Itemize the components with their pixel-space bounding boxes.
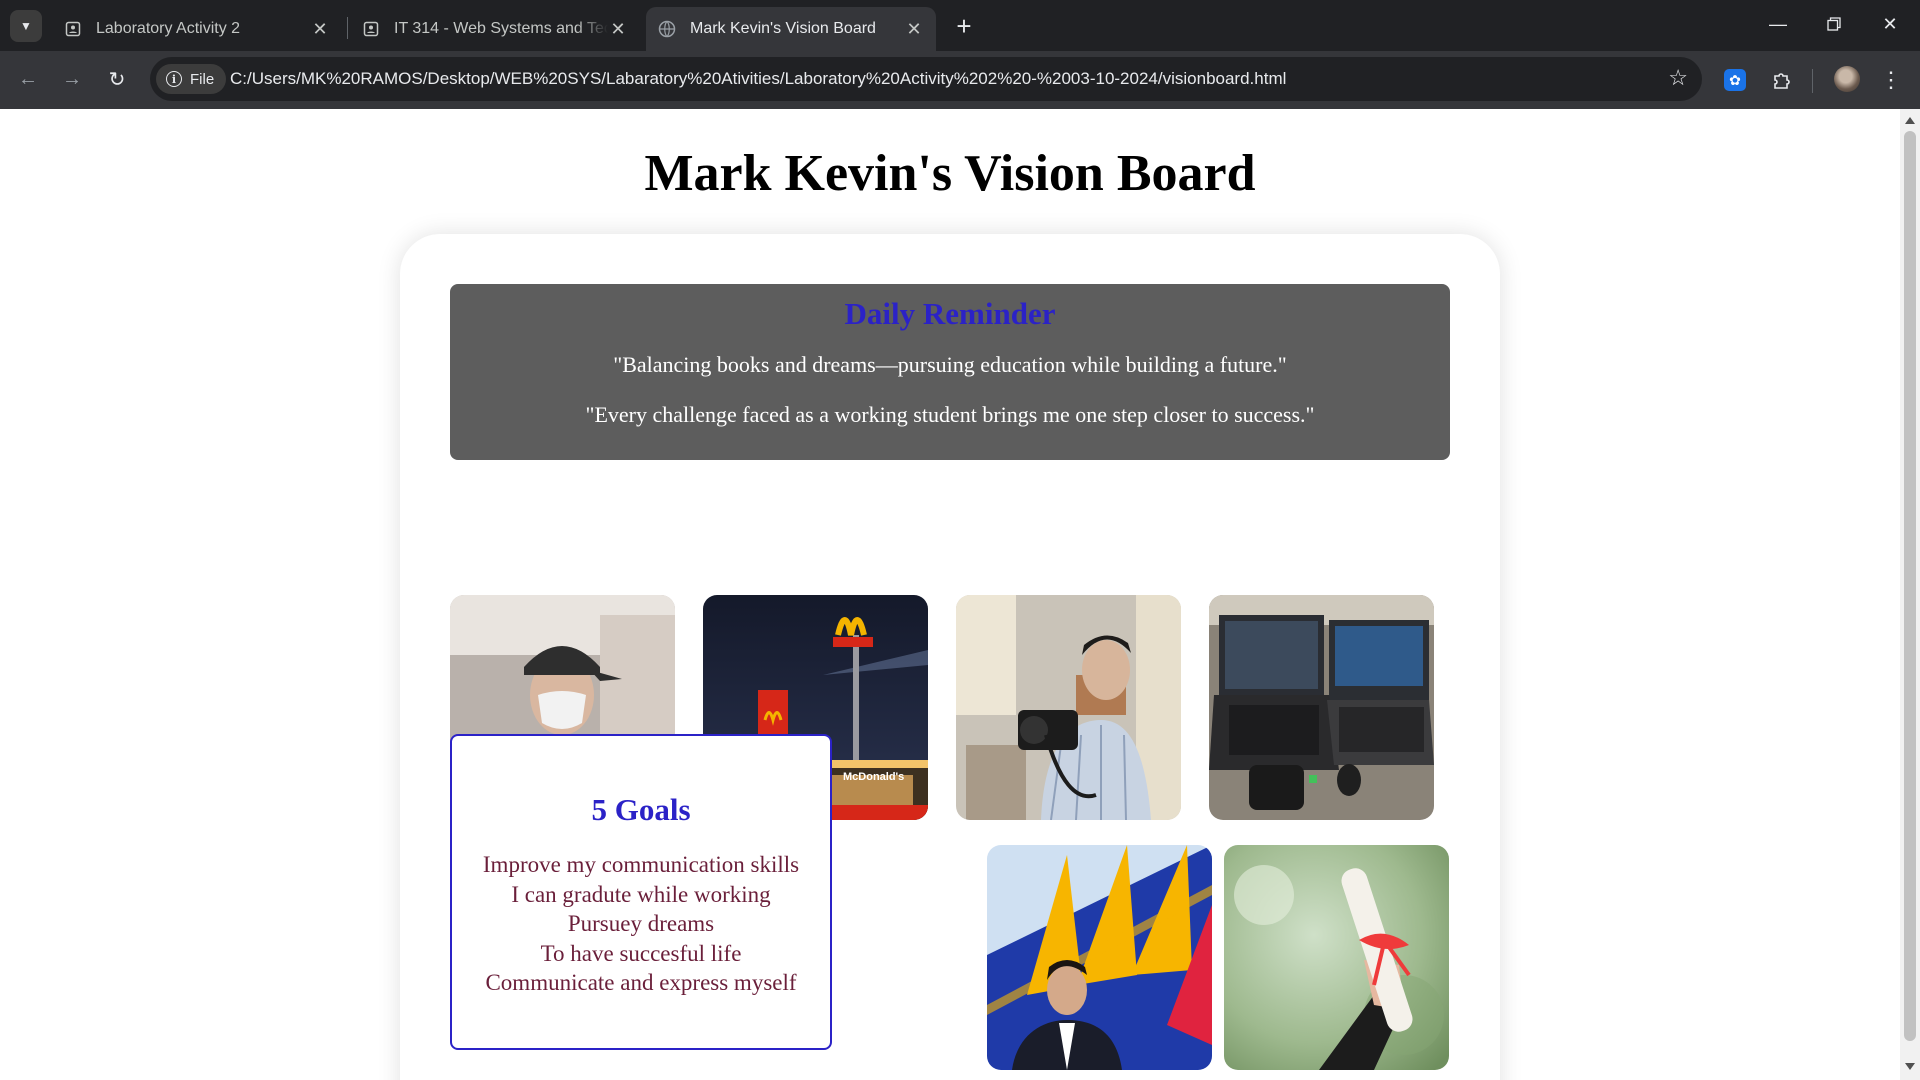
document-icon	[64, 20, 82, 38]
laptop-workstation-image	[1209, 595, 1434, 820]
info-icon: i	[166, 71, 182, 87]
photo-photographer	[956, 595, 1181, 820]
restore-button[interactable]	[1806, 0, 1862, 48]
forward-button[interactable]: →	[56, 63, 88, 95]
document-icon	[362, 20, 380, 38]
restore-icon	[1827, 17, 1841, 31]
scrollbar-thumb[interactable]	[1904, 131, 1916, 1041]
toolbar-divider	[1812, 69, 1813, 93]
chevron-down-icon: ▼	[20, 19, 32, 33]
photo-laptops	[1209, 595, 1434, 820]
page-title: Mark Kevin's Vision Board	[644, 145, 1256, 202]
address-bar[interactable]: i File C:/Users/MK%20RAMOS/Desktop/WEB%2…	[150, 57, 1702, 101]
scroll-down-arrow-icon[interactable]	[1905, 1063, 1915, 1070]
goal-item: To have succesful life	[540, 940, 742, 966]
tab-vision-board[interactable]: Mark Kevin's Vision Board ✕	[646, 7, 936, 51]
extension-blue-icon[interactable]: ✿	[1724, 69, 1746, 91]
goal-item: Communicate and express myself	[485, 970, 797, 995]
tab-laboratory-activity-2[interactable]: Laboratory Activity 2 ✕	[52, 7, 342, 51]
reminder-heading: Daily Reminder	[844, 296, 1056, 331]
tab-title: Mark Kevin's Vision Board	[690, 20, 876, 37]
profile-avatar[interactable]	[1834, 66, 1860, 92]
plus-icon: +	[956, 10, 972, 41]
back-button[interactable]: ←	[12, 63, 44, 95]
goal-item: Improve my communication skills	[482, 852, 800, 877]
minimize-button[interactable]: —	[1750, 0, 1806, 48]
more-menu-icon[interactable]: ⋮	[1880, 67, 1902, 93]
goals-list: Improve my communication skills I can gr…	[452, 850, 830, 998]
close-icon[interactable]: ✕	[608, 19, 628, 39]
close-icon[interactable]: ✕	[904, 19, 924, 39]
globe-icon	[658, 20, 676, 38]
page-scrollbar[interactable]	[1900, 109, 1920, 1080]
page-viewport: Mark Kevin's Vision Board Daily Reminder…	[0, 109, 1900, 1080]
tab-title: Laboratory Activity 2	[96, 20, 241, 37]
vision-board-card: Daily Reminder "Balancing books and drea…	[400, 234, 1500, 1080]
goal-item: Pursuey dreams	[567, 911, 715, 936]
pilot-airline-image	[987, 845, 1212, 1070]
reload-icon: ↻	[108, 68, 126, 91]
tab-divider	[347, 17, 348, 39]
reload-button[interactable]: ↻	[101, 63, 133, 95]
goals-box: 5 Goals Improve my communication skills …	[450, 734, 832, 1050]
minimize-icon: —	[1769, 13, 1787, 34]
arrow-left-icon: ←	[18, 67, 38, 90]
url-text[interactable]: C:/Users/MK%20RAMOS/Desktop/WEB%20SYS/La…	[230, 69, 1286, 89]
reminder-quote: "Balancing books and dreams—pursuing edu…	[613, 352, 1287, 377]
photo-pilot	[987, 845, 1212, 1070]
photo-graduation	[1224, 845, 1449, 1070]
goal-item: I can gradute while working	[511, 881, 771, 907]
goals-heading: 5 Goals	[591, 792, 691, 827]
new-tab-button[interactable]: +	[950, 10, 978, 41]
scroll-up-arrow-icon[interactable]	[1905, 117, 1915, 124]
extensions-puzzle-icon[interactable]	[1770, 69, 1794, 93]
close-icon[interactable]: ✕	[310, 19, 330, 39]
tab-title: IT 314 - Web Systems and Technologies	[394, 20, 608, 37]
svg-text:McDonald's: McDonald's	[843, 771, 904, 783]
reminder-quote: "Every challenge faced as a working stud…	[585, 402, 1315, 427]
graduation-diploma-image	[1224, 845, 1449, 1070]
chip-label: File	[190, 70, 215, 88]
photographer-image	[956, 595, 1181, 820]
arrow-right-icon: →	[62, 67, 82, 90]
tab-it-314[interactable]: IT 314 - Web Systems and Technologies ✕	[350, 7, 640, 51]
site-info-chip[interactable]: i File	[156, 64, 227, 94]
browser-toolbar: ← → ↻ i File C:/Users/MK%20RAMOS/Desktop…	[0, 51, 1920, 109]
close-icon: ✕	[1882, 13, 1898, 34]
daily-reminder-box: Daily Reminder "Balancing books and drea…	[450, 284, 1450, 460]
close-window-button[interactable]: ✕	[1862, 0, 1918, 48]
tab-strip: ▼ Laboratory Activity 2 ✕ IT 314 - Web S…	[0, 0, 1920, 51]
tab-search-button[interactable]: ▼	[10, 10, 42, 42]
bookmark-star-icon[interactable]: ☆	[1668, 65, 1688, 91]
